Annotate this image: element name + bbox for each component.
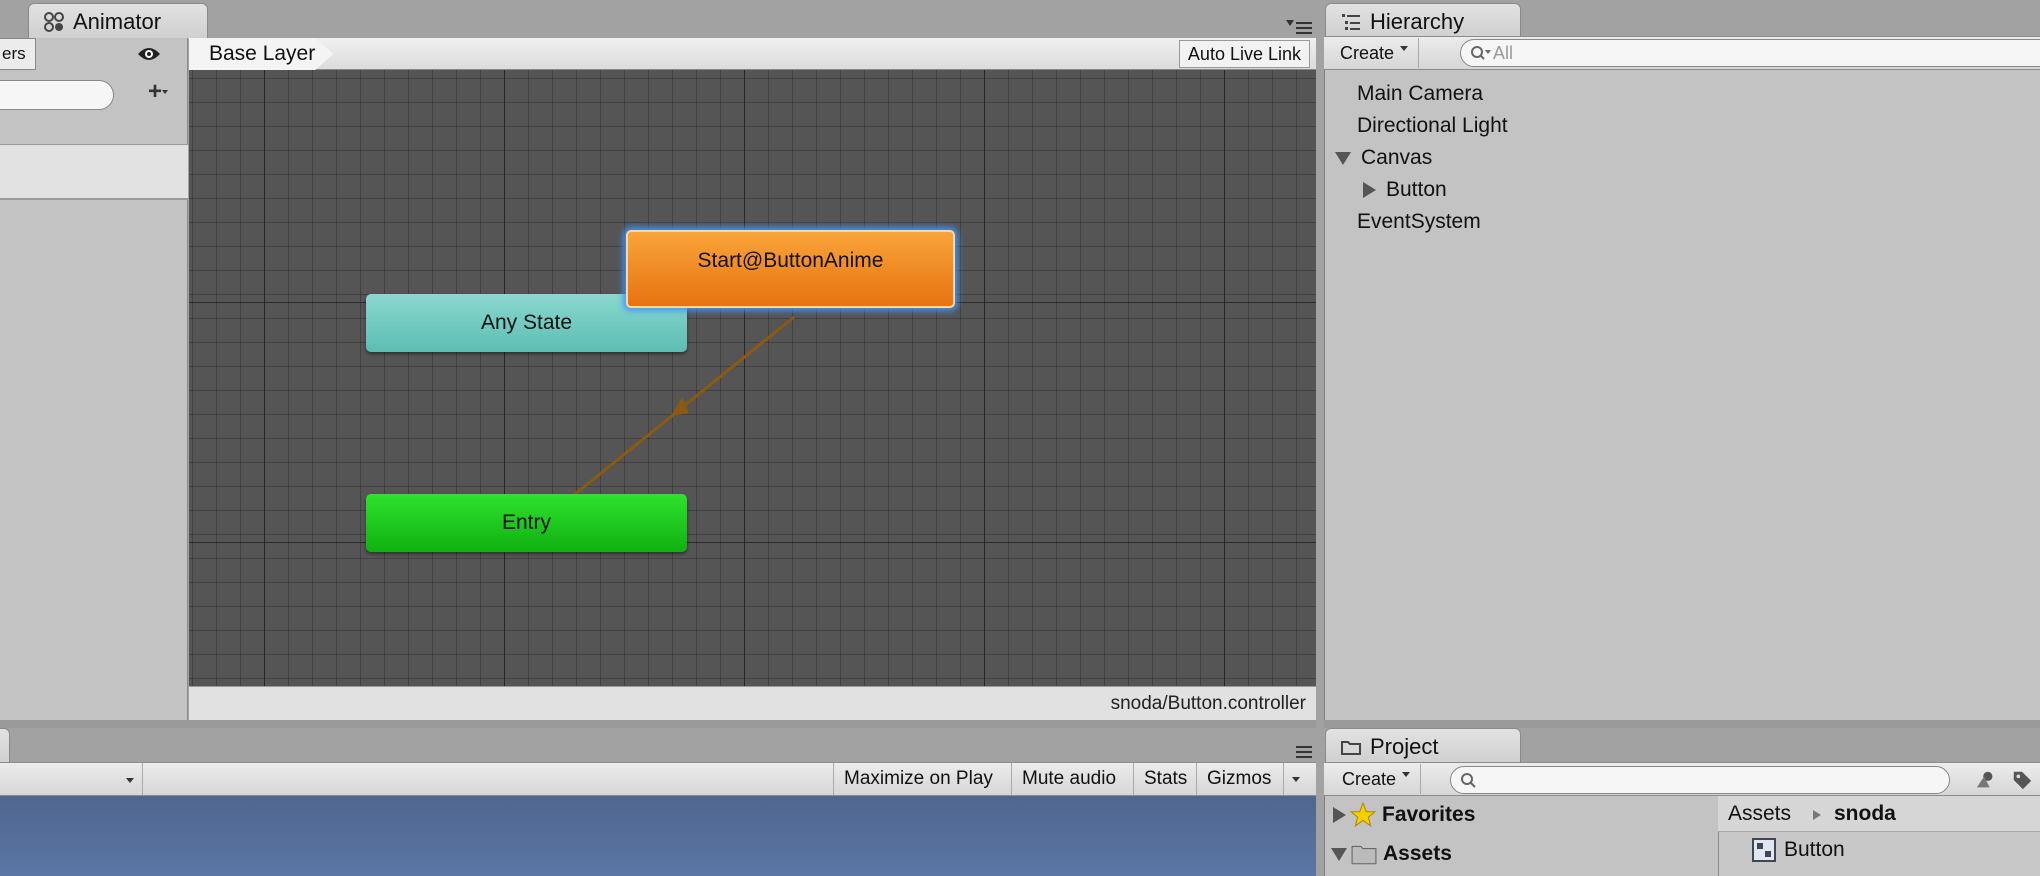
aspect-dropdown[interactable] bbox=[0, 763, 143, 795]
transition-arrow[interactable] bbox=[189, 70, 1316, 686]
project-toolbar: Create bbox=[1324, 762, 2040, 796]
hierarchy-item-main-camera[interactable]: Main Camera bbox=[1357, 82, 1483, 106]
chevron-down-icon bbox=[1402, 771, 1411, 777]
favorites-item[interactable]: Favorites bbox=[1333, 802, 1475, 828]
project-create-button[interactable]: Create bbox=[1332, 764, 1422, 794]
collapse-triangle-icon[interactable] bbox=[1363, 182, 1376, 198]
gizmos-dropdown[interactable] bbox=[1283, 763, 1308, 795]
project-breadcrumb: Assets snoda bbox=[1718, 796, 2040, 832]
hierarchy-tab-label: Hierarchy bbox=[1370, 8, 1465, 34]
mute-audio-button[interactable]: Mute audio bbox=[1011, 763, 1126, 795]
state-entry[interactable]: Entry bbox=[366, 494, 687, 552]
state-start-button-anime[interactable]: Start@ButtonAnime bbox=[626, 230, 955, 308]
auto-live-link-button[interactable]: Auto Live Link bbox=[1178, 40, 1310, 68]
hierarchy-toolbar: Create All bbox=[1324, 36, 2040, 70]
star-icon bbox=[1350, 802, 1376, 828]
hierarchy-create-button[interactable]: Create bbox=[1330, 38, 1420, 68]
game-tab[interactable] bbox=[0, 728, 10, 764]
hierarchy-item-event-system[interactable]: EventSystem bbox=[1357, 210, 1481, 234]
hierarchy-list: Main Camera Directional Light Canvas But… bbox=[1324, 70, 2040, 720]
add-layer-icon[interactable]: + bbox=[148, 78, 162, 106]
breadcrumb-arrow-icon bbox=[1813, 810, 1821, 820]
hierarchy-item-button[interactable]: Button bbox=[1363, 178, 1447, 202]
animator-tab-label: Animator bbox=[73, 8, 162, 34]
vertical-splitter[interactable] bbox=[1316, 0, 1324, 876]
animator-icon bbox=[44, 11, 64, 32]
hierarchy-item-directional-light[interactable]: Directional Light bbox=[1357, 114, 1508, 138]
expand-triangle-icon[interactable] bbox=[1335, 151, 1351, 165]
search-icon bbox=[1471, 46, 1491, 60]
animator-panel-menu-icon[interactable] bbox=[1282, 20, 1312, 36]
controller-path: snoda/Button.controller bbox=[1110, 693, 1306, 714]
animator-tab[interactable]: Animator bbox=[28, 3, 208, 39]
breadcrumb-assets[interactable]: Assets bbox=[1728, 802, 1791, 826]
game-viewport[interactable] bbox=[0, 796, 1316, 876]
layers-search-input[interactable] bbox=[0, 80, 114, 110]
stats-button[interactable]: Stats bbox=[1133, 763, 1197, 795]
breadcrumb-snoda[interactable]: snoda bbox=[1834, 802, 1896, 826]
add-layer-caret-icon bbox=[162, 90, 168, 94]
prefab-icon bbox=[1752, 838, 1776, 862]
folder-icon bbox=[1341, 740, 1361, 755]
maximize-on-play-button[interactable]: Maximize on Play bbox=[833, 763, 1003, 795]
chevron-down-icon bbox=[1292, 776, 1300, 782]
project-tab-label: Project bbox=[1370, 733, 1439, 759]
chevron-down-icon bbox=[126, 778, 134, 783]
animator-graph-canvas[interactable]: Any State Entry Start@ButtonAnime bbox=[189, 70, 1316, 686]
expand-triangle-icon[interactable] bbox=[1331, 847, 1347, 861]
layer-row[interactable] bbox=[0, 144, 188, 200]
assets-tree-item[interactable]: Assets bbox=[1331, 842, 1452, 866]
hierarchy-tab[interactable]: Hierarchy bbox=[1325, 3, 1521, 39]
chevron-down-icon bbox=[1400, 45, 1409, 51]
animator-layers-panel: ers + bbox=[0, 38, 188, 720]
animator-graph-toolbar: Base Layer Auto Live Link bbox=[189, 38, 1316, 70]
breadcrumb-base-layer[interactable]: Base Layer bbox=[189, 38, 333, 70]
list-icon bbox=[1342, 13, 1360, 30]
animator-status-bar: snoda/Button.controller bbox=[189, 686, 1316, 720]
project-asset-button[interactable]: Button bbox=[1752, 838, 1845, 862]
project-search-input[interactable] bbox=[1450, 766, 1950, 794]
layers-tab[interactable]: ers bbox=[0, 38, 36, 70]
collapse-triangle-icon[interactable] bbox=[1333, 807, 1346, 823]
panel-divider[interactable] bbox=[0, 720, 1320, 728]
filter-by-type-icon[interactable] bbox=[1974, 769, 1998, 791]
gizmos-button[interactable]: Gizmos bbox=[1196, 763, 1281, 795]
panel-divider-right[interactable] bbox=[1324, 720, 2040, 728]
folder-icon bbox=[1351, 845, 1377, 865]
eye-icon[interactable] bbox=[137, 46, 161, 62]
game-panel-menu-icon[interactable] bbox=[1282, 744, 1312, 760]
search-icon bbox=[1461, 773, 1476, 788]
tag-icon[interactable] bbox=[2010, 769, 2034, 791]
hierarchy-item-canvas[interactable]: Canvas bbox=[1335, 146, 1432, 170]
hierarchy-search-input[interactable]: All bbox=[1460, 39, 2040, 67]
project-tab[interactable]: Project bbox=[1325, 728, 1521, 764]
game-toolbar: Maximize on Play Mute audio Stats Gizmos bbox=[0, 762, 1316, 796]
